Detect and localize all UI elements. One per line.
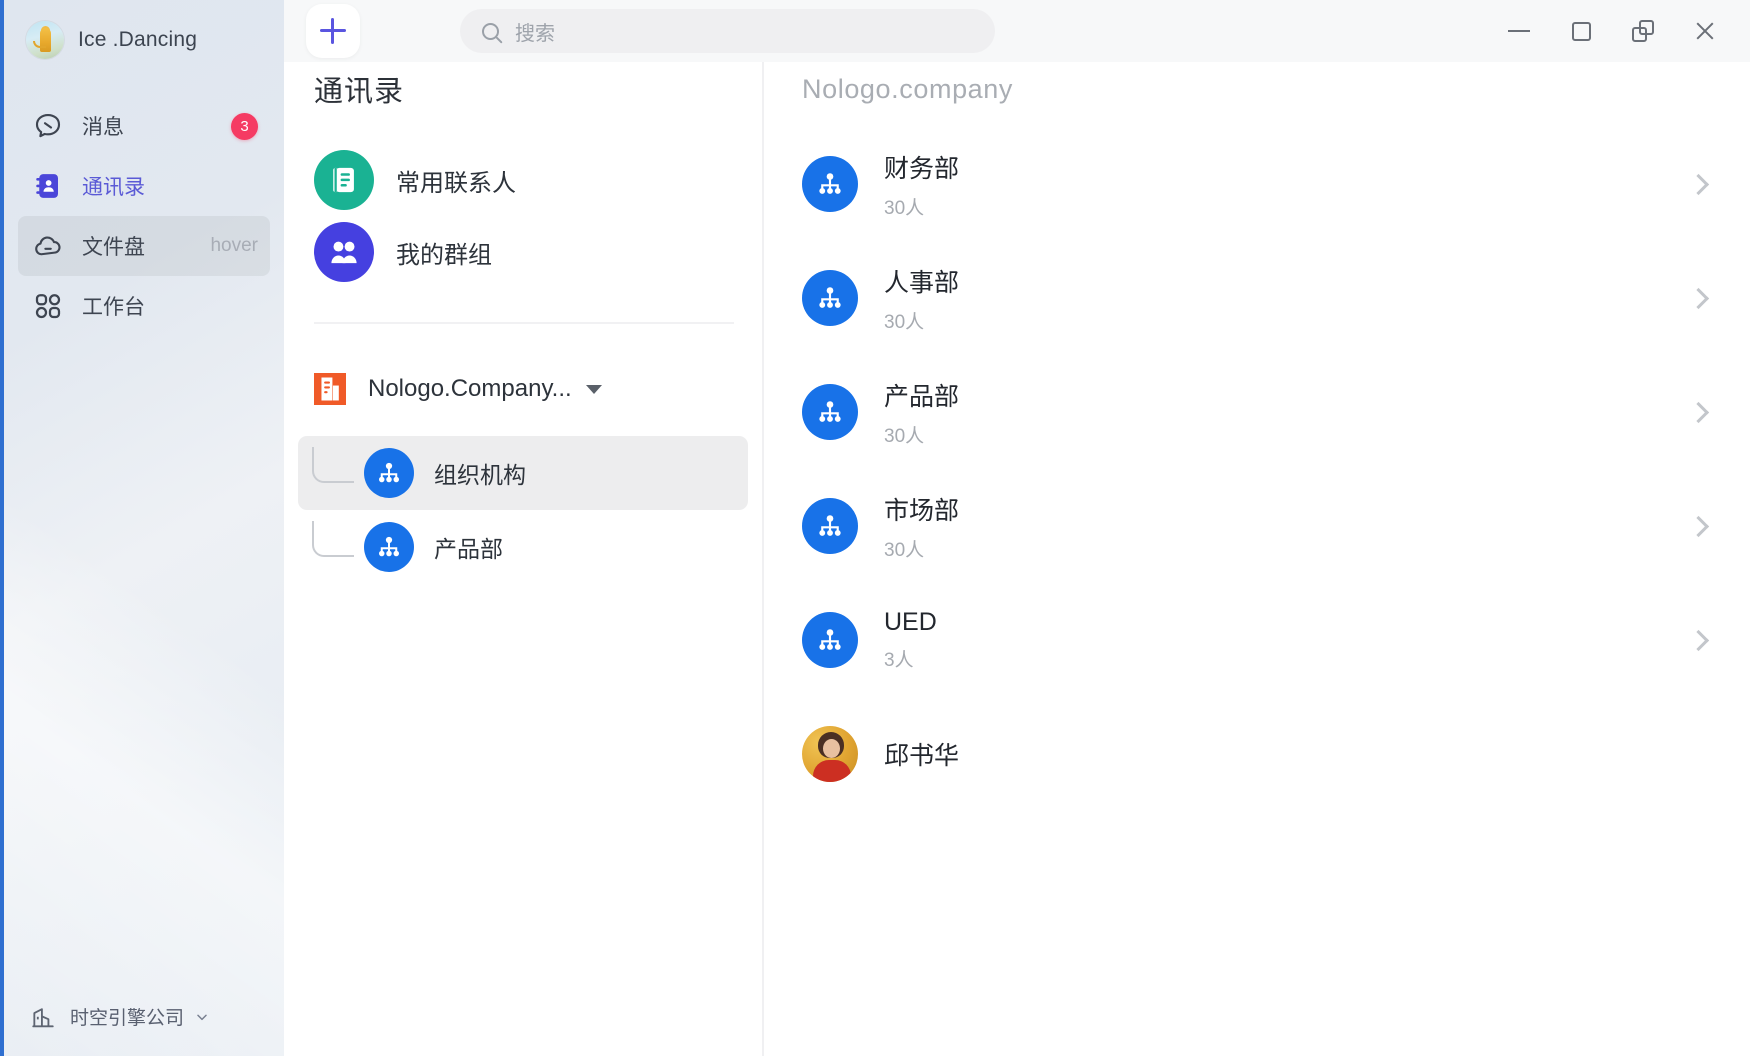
maximize-button[interactable] <box>1550 0 1612 62</box>
chevron-right-icon[interactable] <box>1687 629 1710 651</box>
divider <box>314 322 734 324</box>
org-chart-icon <box>802 270 858 326</box>
chevron-down-icon <box>194 1009 210 1025</box>
org-chart-icon <box>802 156 858 212</box>
minimize-icon <box>1508 30 1530 32</box>
chevron-right-icon[interactable] <box>1687 515 1710 537</box>
org-chart-icon <box>802 384 858 440</box>
close-icon <box>1694 20 1716 42</box>
contacts-shortcuts: 常用联系人 我的群组 <box>284 144 762 288</box>
hover-hint-label: hover <box>210 235 258 256</box>
profile-header[interactable]: Ice .Dancing <box>4 0 284 62</box>
department-member-count: 30人 <box>884 197 925 219</box>
maximize-icon <box>1571 21 1591 41</box>
sidebar-item-workbench[interactable]: 工作台 <box>18 276 270 336</box>
tree-item-label: 组织机构 <box>434 462 526 488</box>
profile-name: Ice .Dancing <box>78 28 198 51</box>
org-tree: 组织机构 产品部 <box>284 436 762 584</box>
contacts-panel: 通讯录 常用联系人 我的群组 Nologo.Company... 组织机构 产品… <box>284 0 764 1056</box>
sidebar-item-messages[interactable]: 消息 3 <box>18 96 270 156</box>
chevron-right-icon[interactable] <box>1687 173 1710 195</box>
avatar[interactable] <box>26 21 64 59</box>
company-node[interactable]: Nologo.Company... <box>298 350 748 428</box>
sidebar-item-label: 工作台 <box>82 296 145 319</box>
department-member-count: 30人 <box>884 425 925 447</box>
tree-connector-icon <box>312 447 354 483</box>
sidebar-item-label: 通讯录 <box>82 176 145 199</box>
address-book-icon <box>314 150 374 210</box>
table-row[interactable]: UED 3人 <box>764 583 1750 697</box>
search-placeholder: 搜索 <box>515 22 555 45</box>
department-name: 人事部 <box>884 268 960 297</box>
tree-item-organization[interactable]: 组织机构 <box>298 436 748 510</box>
department-name: UED <box>884 608 937 636</box>
restore-button[interactable] <box>1612 0 1674 62</box>
sidebar-nav: 消息 3 通讯录 文件盘 hover 工作台 <box>4 96 284 336</box>
contacts-icon <box>32 170 64 202</box>
titlebar: 搜索 <box>284 0 1750 62</box>
company-icon <box>314 373 346 405</box>
avatar <box>802 726 858 782</box>
tree-connector-icon <box>312 521 354 557</box>
shortcut-my-groups[interactable]: 我的群组 <box>298 216 748 288</box>
minimize-button[interactable] <box>1488 0 1550 62</box>
sidebar-item-label: 消息 <box>82 116 124 139</box>
chevron-right-icon[interactable] <box>1687 287 1710 309</box>
left-sidebar: Ice .Dancing 消息 3 通讯录 文件盘 hover 工作台 时空引擎… <box>0 0 284 1056</box>
tree-item-product-dept[interactable]: 产品部 <box>298 510 748 584</box>
window-controls <box>1488 0 1750 62</box>
sidebar-item-label: 文件盘 <box>82 236 145 259</box>
list-item[interactable]: 邱书华 <box>764 697 1750 811</box>
table-row[interactable]: 市场部 30人 <box>764 469 1750 583</box>
org-chart-icon <box>364 448 414 498</box>
workbench-icon <box>32 290 64 322</box>
search-icon <box>482 22 499 40</box>
restore-icon <box>1632 20 1654 42</box>
org-chart-icon <box>802 612 858 668</box>
search-input[interactable]: 搜索 <box>460 9 995 53</box>
department-name: 产品部 <box>884 382 960 411</box>
status-badge: 3 <box>231 112 258 140</box>
org-switcher-label: 时空引擎公司 <box>70 1008 185 1029</box>
plus-icon <box>320 18 346 44</box>
table-row[interactable]: 财务部 30人 <box>764 127 1750 241</box>
org-switcher[interactable]: 时空引擎公司 <box>4 1003 284 1056</box>
department-member-count: 30人 <box>884 539 925 561</box>
chevron-right-icon[interactable] <box>1687 401 1710 423</box>
org-chart-icon <box>364 522 414 572</box>
org-chart-icon <box>802 498 858 554</box>
shortcut-label: 常用联系人 <box>396 169 516 197</box>
close-button[interactable] <box>1674 0 1736 62</box>
department-list: 财务部 30人 人事部 30人 产品部 30人 市场部 30人 UED 3人 邱… <box>764 127 1750 811</box>
shortcut-frequent-contacts[interactable]: 常用联系人 <box>298 144 748 216</box>
department-list-panel: Nologo.company 财务部 30人 人事部 30人 产品部 30人 市… <box>764 0 1750 1056</box>
company-label: Nologo.Company... <box>368 375 572 402</box>
building-icon <box>30 1004 56 1030</box>
department-name: 市场部 <box>884 496 960 525</box>
shortcut-label: 我的群组 <box>396 241 492 269</box>
department-member-count: 3人 <box>884 650 914 671</box>
message-icon <box>32 110 64 142</box>
cloud-drive-icon <box>32 230 64 262</box>
tree-item-label: 产品部 <box>434 536 503 562</box>
table-row[interactable]: 人事部 30人 <box>764 241 1750 355</box>
sidebar-item-file-drive[interactable]: 文件盘 hover <box>18 216 270 276</box>
table-row[interactable]: 产品部 30人 <box>764 355 1750 469</box>
caret-down-icon[interactable] <box>585 384 602 394</box>
add-button[interactable] <box>306 4 360 58</box>
department-member-count: 30人 <box>884 311 925 333</box>
sidebar-item-contacts[interactable]: 通讯录 <box>18 156 270 216</box>
department-name: 财务部 <box>884 154 960 183</box>
person-name: 邱书华 <box>884 742 960 770</box>
app-window: Ice .Dancing 消息 3 通讯录 文件盘 hover 工作台 时空引擎… <box>0 0 1750 1056</box>
group-icon <box>314 222 374 282</box>
